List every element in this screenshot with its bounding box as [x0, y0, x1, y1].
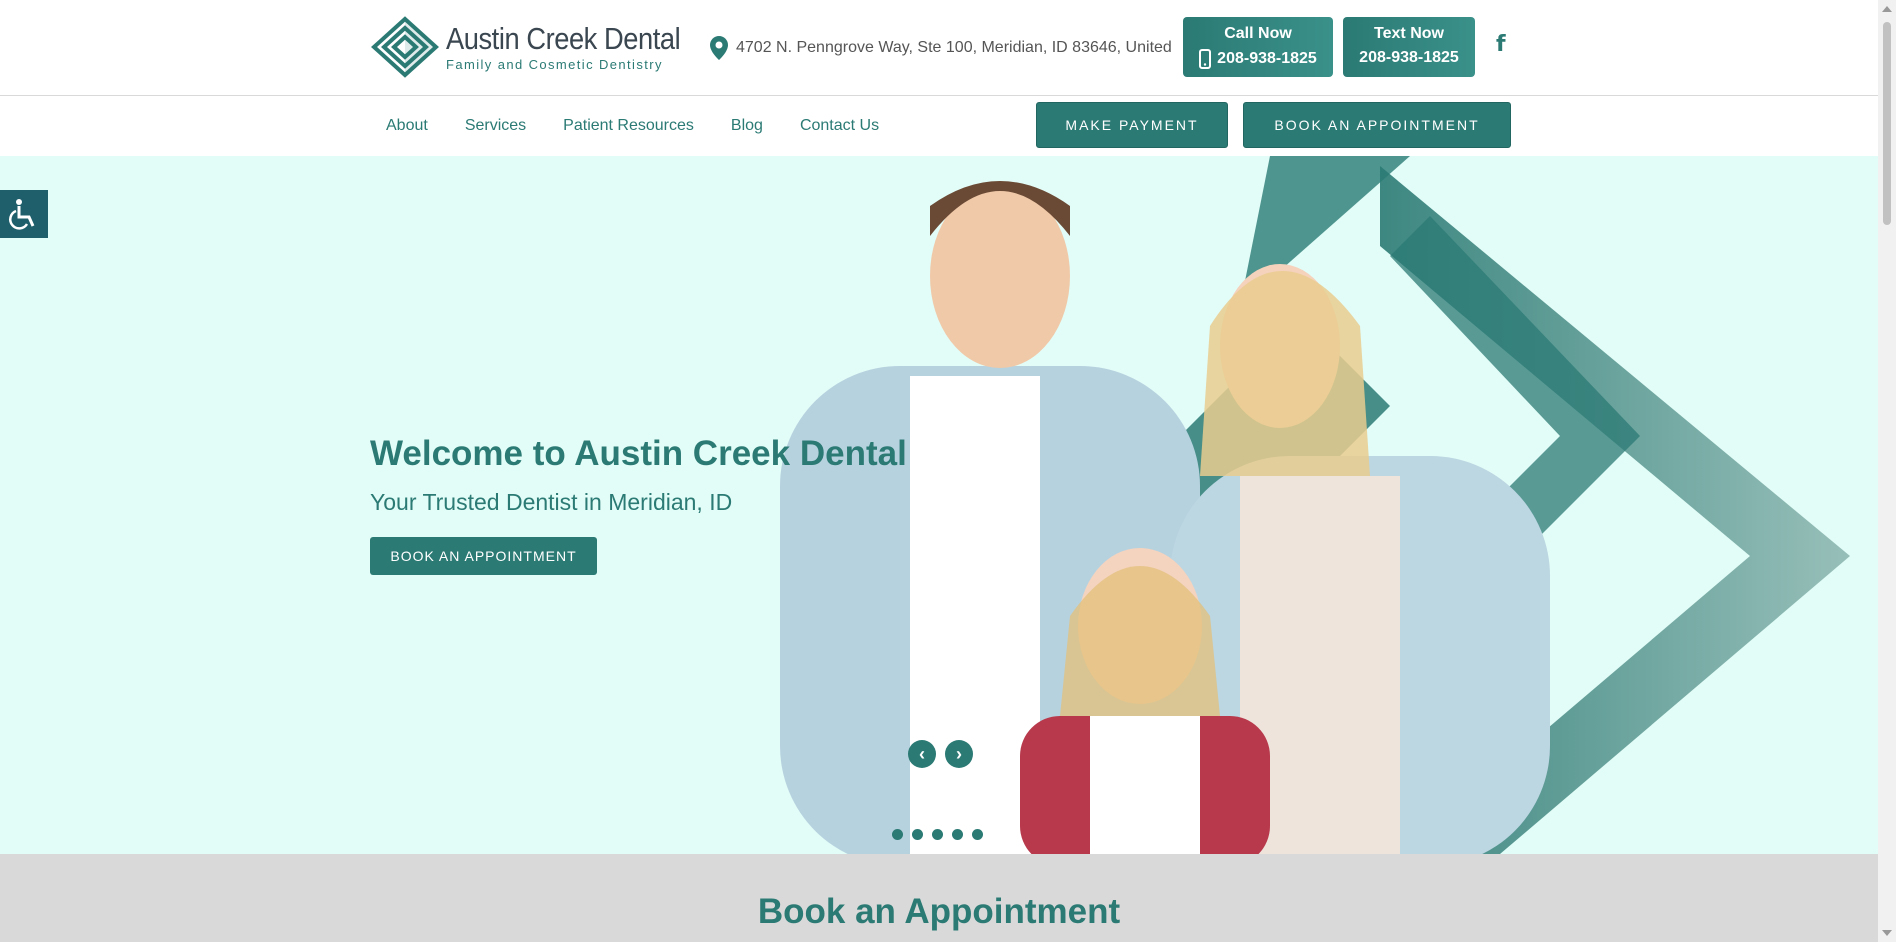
nav-item-contact-us[interactable]: Contact Us — [800, 117, 879, 135]
slider-dot[interactable] — [972, 829, 983, 840]
nav-menu: About Services Patient Resources Blog Co… — [386, 117, 916, 135]
call-now-label: Call Now — [1224, 25, 1292, 42]
book-appointment-nav-button[interactable]: BOOK AN APPOINTMENT — [1243, 102, 1511, 148]
call-now-phone: 208-938-1825 — [1217, 50, 1317, 67]
scroll-down-arrow[interactable] — [1882, 930, 1892, 936]
page-scrollbar[interactable] — [1878, 0, 1896, 942]
section-title: Book an Appointment — [757, 892, 1121, 931]
slider-dot[interactable] — [932, 829, 943, 840]
main-navigation: About Services Patient Resources Blog Co… — [0, 96, 1878, 156]
hero-book-appointment-button[interactable]: BOOK AN APPOINTMENT — [370, 537, 597, 575]
scrollbar-thumb[interactable] — [1883, 22, 1891, 225]
slider-dot[interactable] — [952, 829, 963, 840]
map-pin-icon — [710, 36, 728, 60]
hero-slider: Welcome to Austin Creek Dental Your Trus… — [0, 156, 1878, 854]
nav-item-about[interactable]: About — [386, 117, 428, 135]
slider-dot[interactable] — [912, 829, 923, 840]
facebook-icon[interactable]: f — [1496, 32, 1506, 57]
logo-title: Austin Creek Dental — [446, 20, 681, 56]
scroll-up-arrow[interactable] — [1882, 6, 1892, 12]
site-logo[interactable]: Austin Creek Dental Family and Cosmetic … — [370, 16, 712, 78]
nav-item-blog[interactable]: Blog — [731, 117, 763, 135]
hero-title: Welcome to Austin Creek Dental — [370, 434, 907, 473]
wheelchair-icon — [9, 199, 35, 230]
address[interactable]: 4702 N. Penngrove Way, Ste 100, Meridian… — [710, 36, 1172, 60]
call-now-button[interactable]: Call Now 208-938-1825 — [1183, 17, 1333, 77]
slider-next-button[interactable]: › — [945, 740, 973, 768]
text-now-label: Text Now — [1374, 25, 1444, 42]
logo-tagline: Family and Cosmetic Dentistry — [446, 56, 663, 72]
family-photo — [780, 181, 1550, 854]
slider-prev-button[interactable]: ‹ — [908, 740, 936, 768]
book-appointment-section: Book an Appointment — [0, 854, 1878, 942]
top-header: Austin Creek Dental Family and Cosmetic … — [0, 0, 1878, 96]
nav-item-services[interactable]: Services — [465, 117, 526, 135]
hero-subtitle: Your Trusted Dentist in Meridian, ID — [370, 489, 733, 515]
make-payment-button[interactable]: MAKE PAYMENT — [1036, 102, 1228, 148]
logo-icon — [371, 16, 439, 78]
slider-dot[interactable] — [892, 829, 903, 840]
nav-item-patient-resources[interactable]: Patient Resources — [563, 117, 694, 135]
text-now-button[interactable]: Text Now 208-938-1825 — [1343, 17, 1475, 77]
slider-dots — [892, 829, 992, 840]
mobile-phone-icon — [1199, 49, 1212, 69]
accessibility-button[interactable] — [0, 190, 48, 238]
text-now-phone: 208-938-1825 — [1359, 49, 1459, 66]
address-text: 4702 N. Penngrove Way, Ste 100, Meridian… — [736, 39, 1172, 56]
